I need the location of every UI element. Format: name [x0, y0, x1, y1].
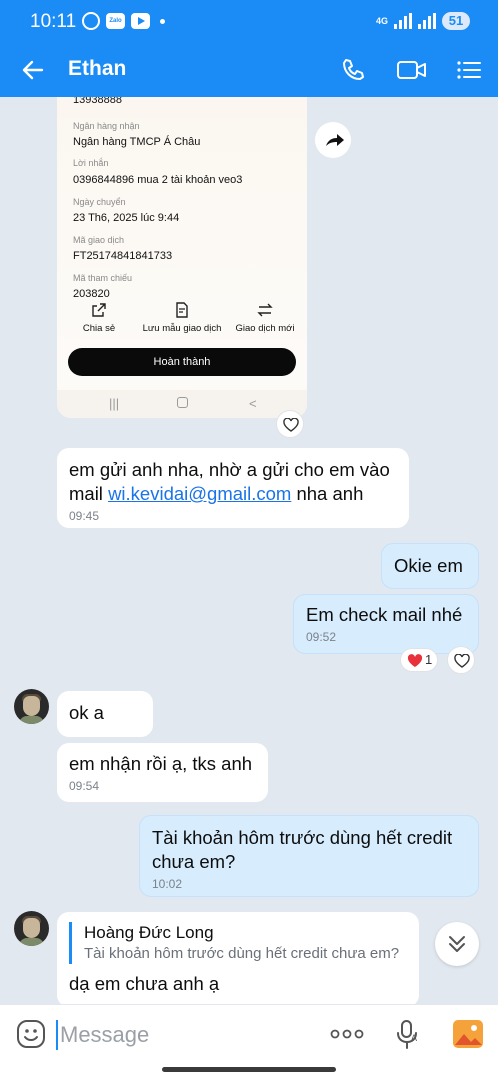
message-input[interactable]: Message	[56, 1020, 149, 1050]
double-chevron-down-icon	[449, 936, 465, 952]
message-time: 09:45	[69, 509, 100, 523]
back-nav-icon: <	[249, 396, 257, 411]
receipt-value: 203820	[73, 288, 110, 297]
receipt-label: Lời nhắn	[73, 158, 109, 168]
quoted-message[interactable]: Hoàng Đức Long Tài khoản hôm trước dùng …	[69, 922, 407, 964]
battery-indicator: 51	[442, 12, 470, 30]
quoted-text: Tài khoản hôm trước dùng hết credit chưa…	[84, 945, 400, 962]
receipt-share-action: Chia sẻ	[59, 302, 139, 334]
message-incoming[interactable]: em nhận rồi ạ, tks anh 09:54	[57, 743, 268, 802]
network-type: 4G	[375, 16, 388, 26]
reaction-count: 1	[425, 652, 433, 667]
swap-arrows-icon	[257, 303, 273, 317]
receipt-value: 23 Th6, 2025 lúc 9:44	[73, 212, 180, 224]
video-call-icon[interactable]	[396, 56, 428, 84]
wifi-signal-icon	[394, 13, 412, 29]
message-text: ok a	[69, 702, 104, 723]
quoted-sender: Hoàng Đức Long	[84, 923, 214, 942]
message-time: 10:02	[152, 877, 183, 891]
message-text: dạ em chưa anh ạ	[69, 973, 220, 994]
message-text: Okie em	[394, 555, 463, 576]
message-text: Tài khoản hôm trước dùng hết credit chưa…	[152, 827, 453, 872]
chat-header: Ethan	[0, 44, 498, 97]
youtube-notification-icon	[131, 13, 150, 29]
status-bar: 10:11 Zalo 4G 51	[0, 0, 498, 44]
message-incoming[interactable]: ok a	[57, 691, 153, 737]
transfer-receipt-image[interactable]: 13938888 Ngân hàng nhận Ngân hàng TMCP Á…	[57, 97, 307, 418]
contact-avatar[interactable]	[14, 689, 49, 724]
scroll-to-bottom-button[interactable]	[435, 922, 479, 966]
zalo-notification-icon: Zalo	[106, 13, 125, 29]
phone-icon[interactable]	[339, 56, 367, 84]
home-nav-icon	[177, 397, 188, 408]
message-outgoing[interactable]: Tài khoản hôm trước dùng hết credit chưa…	[139, 815, 479, 897]
receipt-nav-bar: ||| <	[57, 390, 307, 418]
message-time: 09:54	[69, 779, 100, 793]
svg-text:A: A	[411, 1033, 417, 1043]
message-text: em nhận rồi ạ, tks anh	[69, 753, 253, 774]
message-outgoing[interactable]: Em check mail nhé 09:52	[293, 594, 479, 654]
receipt-label: Mã tham chiếu	[73, 273, 133, 283]
back-arrow-icon[interactable]	[20, 57, 46, 83]
forward-button[interactable]	[315, 122, 351, 158]
receipt-done-button: Hoàn thành	[68, 348, 296, 376]
message-text: nha anh	[291, 483, 364, 504]
message-outgoing[interactable]: Okie em	[381, 543, 479, 589]
receipt-label: Ngày chuyển	[73, 197, 126, 207]
forward-arrow-icon	[326, 134, 344, 146]
receipt-label: Mã giao dịch	[73, 235, 125, 245]
recents-nav-icon: |||	[109, 396, 120, 411]
receipt-value: Ngân hàng TMCP Á Châu	[73, 136, 201, 148]
notification-dot-icon	[160, 18, 165, 24]
reaction-summary[interactable]: 1	[400, 648, 438, 672]
document-icon	[176, 302, 188, 318]
heart-outline-icon	[454, 654, 470, 668]
more-icon[interactable]	[330, 1027, 364, 1041]
contact-avatar[interactable]	[14, 911, 49, 946]
fan-icon	[82, 12, 100, 30]
share-out-icon	[92, 303, 106, 317]
home-indicator	[162, 1067, 336, 1072]
react-button[interactable]	[276, 410, 304, 438]
voice-icon[interactable]: A	[394, 1019, 420, 1051]
receipt-save-template-action: Lưu mẫu giao dịch	[142, 302, 222, 334]
red-heart-icon	[407, 654, 423, 667]
message-text: Em check mail nhé	[306, 604, 463, 625]
receipt-account-number: 13938888	[73, 97, 122, 106]
receipt-new-transaction-action: Giao dịch mới	[225, 302, 305, 334]
message-time: 09:52	[306, 630, 337, 644]
message-incoming[interactable]: em gửi anh nha, nhờ a gửi cho em vào mai…	[57, 448, 409, 528]
image-icon[interactable]	[452, 1019, 484, 1049]
status-time: 10:11	[30, 11, 77, 32]
heart-outline-icon	[283, 418, 299, 432]
email-link[interactable]: wi.kevidai@gmail.com	[108, 483, 291, 504]
message-incoming-reply[interactable]: Hoàng Đức Long Tài khoản hôm trước dùng …	[57, 912, 419, 1007]
emoji-icon[interactable]	[16, 1019, 46, 1049]
cell-signal-icon	[418, 13, 436, 29]
receipt-label: Ngân hàng nhận	[73, 121, 140, 131]
receipt-value: 0396844896 mua 2 tài khoản veo3	[73, 174, 243, 186]
contact-name[interactable]: Ethan	[68, 57, 126, 81]
menu-icon[interactable]	[455, 56, 483, 84]
receipt-value: FT25174841841733	[73, 250, 173, 262]
react-button[interactable]	[447, 646, 475, 674]
